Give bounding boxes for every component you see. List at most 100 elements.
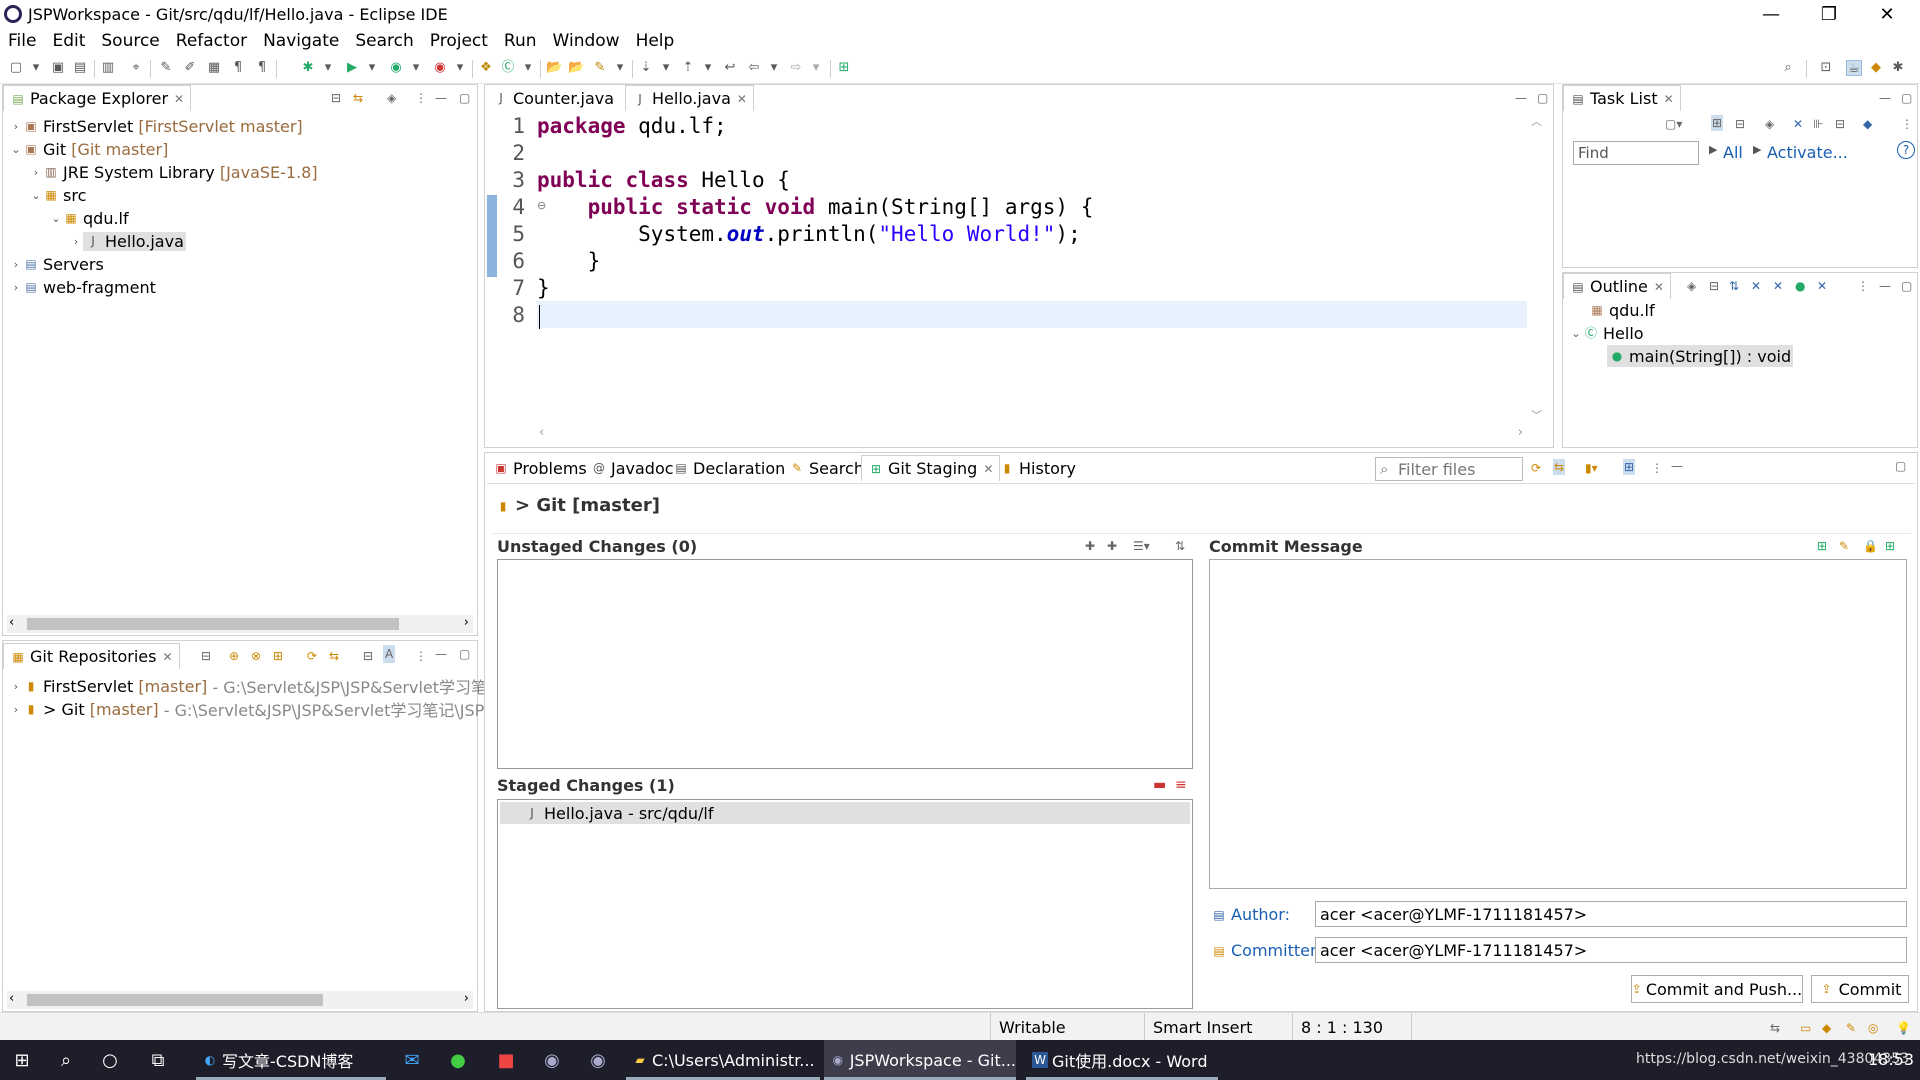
focus-icon[interactable]: ◈: [1687, 279, 1696, 293]
scroll-left-icon[interactable]: ‹: [539, 425, 544, 440]
close-icon[interactable]: ✕: [174, 92, 184, 106]
search-icon[interactable]: ⌕: [1780, 60, 1796, 76]
tree-item-hello-java[interactable]: › J Hello.java: [69, 230, 186, 252]
tab-hello-java[interactable]: J Hello.java ✕: [625, 85, 754, 111]
minimize-view-icon[interactable]: —: [1879, 91, 1891, 105]
new-task-icon[interactable]: ▢▾: [1665, 117, 1682, 131]
view-menu-icon[interactable]: ⋮: [415, 91, 427, 105]
menu-help[interactable]: Help: [628, 31, 683, 51]
chevron-right-icon[interactable]: ›: [9, 258, 23, 271]
menu-search[interactable]: Search: [347, 31, 421, 51]
task-view-icon[interactable]: ⧉: [146, 1048, 170, 1072]
new-java-project-icon[interactable]: ❖: [478, 60, 494, 76]
hide-local-types-icon[interactable]: ✕: [1817, 279, 1827, 293]
git-perspective-icon[interactable]: ◆: [1868, 60, 1884, 76]
chevron-down-icon[interactable]: ⌄: [1569, 327, 1583, 340]
view-menu-icon[interactable]: ⋮: [1857, 279, 1869, 293]
tab-javadoc[interactable]: @ Javadoc: [585, 455, 680, 481]
collapse-all-icon[interactable]: ⊟: [1709, 279, 1719, 293]
last-edit-icon[interactable]: ↩: [722, 60, 738, 76]
tab-search[interactable]: ✎ Search: [783, 455, 870, 481]
focus-icon[interactable]: ◈: [387, 91, 396, 105]
paragraph-icon[interactable]: ¶: [254, 60, 270, 76]
back-icon[interactable]: ⇦: [746, 60, 762, 76]
progress-icon[interactable]: ⇆: [1770, 1021, 1780, 1035]
refresh-icon[interactable]: ⟳: [307, 649, 317, 663]
java-perspective-icon[interactable]: ✱: [1890, 60, 1906, 76]
menu-run[interactable]: Run: [496, 31, 545, 51]
hide-fields-icon[interactable]: ✕: [1751, 279, 1761, 293]
author-input[interactable]: acer <acer@YLMF-1711181457>: [1315, 901, 1907, 927]
help-bubble-icon[interactable]: ◎: [1868, 1021, 1878, 1035]
unstage-all-icon[interactable]: ≡: [1175, 777, 1187, 793]
menu-project[interactable]: Project: [422, 31, 496, 51]
view-menu-icon[interactable]: ⋮: [415, 649, 427, 663]
link-selection-icon[interactable]: ⇆: [1553, 459, 1566, 475]
hide-static-icon[interactable]: ✕: [1773, 279, 1783, 293]
open-type-icon[interactable]: 📂: [546, 60, 562, 76]
categorized-icon[interactable]: ⊞: [1711, 115, 1724, 131]
menu-window[interactable]: Window: [545, 31, 628, 51]
focus-workweek-icon[interactable]: ⊪: [1813, 117, 1823, 131]
tasks-icon[interactable]: ✎: [1846, 1021, 1856, 1035]
tree-item-src[interactable]: ⌄ ▦ src: [29, 184, 86, 206]
filter-files-input[interactable]: ⌕ Filter files: [1375, 457, 1523, 481]
prev-annotation-icon[interactable]: ⇡: [680, 60, 696, 76]
tab-task-list[interactable]: ▤ Task List ✕: [1563, 85, 1681, 111]
save-all-icon[interactable]: ▤: [72, 60, 88, 76]
activate-link[interactable]: Activate...: [1767, 143, 1848, 162]
collapse-icon[interactable]: ⊟: [1835, 117, 1845, 131]
maximize-view-icon[interactable]: ▢: [1901, 91, 1912, 105]
tab-package-explorer[interactable]: ▤ Package Explorer ✕: [3, 85, 192, 111]
taskbar-item-explorer[interactable]: ▰ C:\Users\Administr...: [626, 1040, 820, 1080]
sort-icon[interactable]: ⇅: [1729, 279, 1739, 293]
scroll-right-icon[interactable]: ›: [464, 991, 469, 1006]
collapse-all-icon[interactable]: ⊟: [201, 649, 211, 663]
menu-refactor[interactable]: Refactor: [168, 31, 255, 51]
scroll-up-icon[interactable]: ︿: [1531, 113, 1542, 129]
close-icon[interactable]: ✕: [1664, 92, 1674, 106]
tab-history[interactable]: ▮ History: [993, 455, 1082, 481]
cortana-icon[interactable]: ○: [98, 1048, 122, 1072]
terminal-icon[interactable]: ▥: [100, 60, 116, 76]
link-icon[interactable]: ⇆: [329, 649, 339, 663]
forward-icon[interactable]: ⇨: [788, 60, 804, 76]
scroll-right-icon[interactable]: ›: [1518, 425, 1523, 440]
next-annotation-dropdown-icon[interactable]: ▾: [658, 60, 674, 76]
commit-message-input[interactable]: [1209, 559, 1907, 889]
presentation-icon[interactable]: ⊞: [1623, 459, 1636, 475]
tab-declaration[interactable]: ▤ Declaration: [667, 455, 791, 481]
debug-skip-icon[interactable]: ✎: [158, 60, 174, 76]
horizontal-scrollbar[interactable]: ‹ ›: [7, 991, 473, 1009]
sync-icon[interactable]: ◈: [1765, 117, 1774, 131]
add-repo-icon[interactable]: ⊕: [229, 649, 239, 663]
wechat-icon[interactable]: ●: [446, 1048, 470, 1072]
hierarchical-icon[interactable]: ⊟: [363, 649, 373, 663]
tree-item-jre[interactable]: › ▥ JRE System Library [JavaSE-1.8]: [29, 161, 318, 183]
server-icon[interactable]: ◆: [1822, 1021, 1831, 1035]
tip-icon[interactable]: 💡: [1896, 1021, 1911, 1035]
next-annotation-icon[interactable]: ⇣: [638, 60, 654, 76]
menu-source[interactable]: Source: [93, 31, 167, 51]
maximize-button[interactable]: ❐: [1806, 0, 1852, 28]
vertical-scrollbar[interactable]: ︿ ﹀: [1527, 113, 1545, 423]
tab-git-staging[interactable]: ⊞ Git Staging ✕: [861, 455, 1001, 481]
horizontal-scrollbar[interactable]: ‹ ›: [7, 615, 473, 633]
maximize-view-icon[interactable]: ▢: [1901, 279, 1912, 293]
maximize-view-icon[interactable]: ▢: [459, 647, 470, 661]
tab-git-repositories[interactable]: ▦ Git Repositories ✕: [3, 643, 180, 669]
horizontal-scrollbar[interactable]: ‹ ›: [537, 425, 1527, 443]
save-icon[interactable]: ▣: [50, 60, 66, 76]
menu-edit[interactable]: Edit: [44, 31, 93, 51]
amend-icon[interactable]: ⊞: [1817, 539, 1827, 553]
notification-icon[interactable]: ▭: [1800, 1021, 1811, 1035]
minimize-view-icon[interactable]: —: [1879, 279, 1891, 293]
tree-presentation-icon[interactable]: ☰▾: [1133, 539, 1150, 553]
taskbar-item-eclipse[interactable]: ◉ JSPWorkspace - Git...: [824, 1040, 1016, 1080]
coverage-icon[interactable]: ◉: [388, 60, 404, 76]
code-text-area[interactable]: package qdu.lf; public class Hello { pub…: [537, 113, 1527, 353]
clone-repo-icon[interactable]: ⊗: [251, 649, 261, 663]
search-tool-icon[interactable]: ✎: [592, 60, 608, 76]
find-input[interactable]: Find: [1573, 141, 1699, 165]
run-dropdown-icon[interactable]: ▾: [364, 60, 380, 76]
